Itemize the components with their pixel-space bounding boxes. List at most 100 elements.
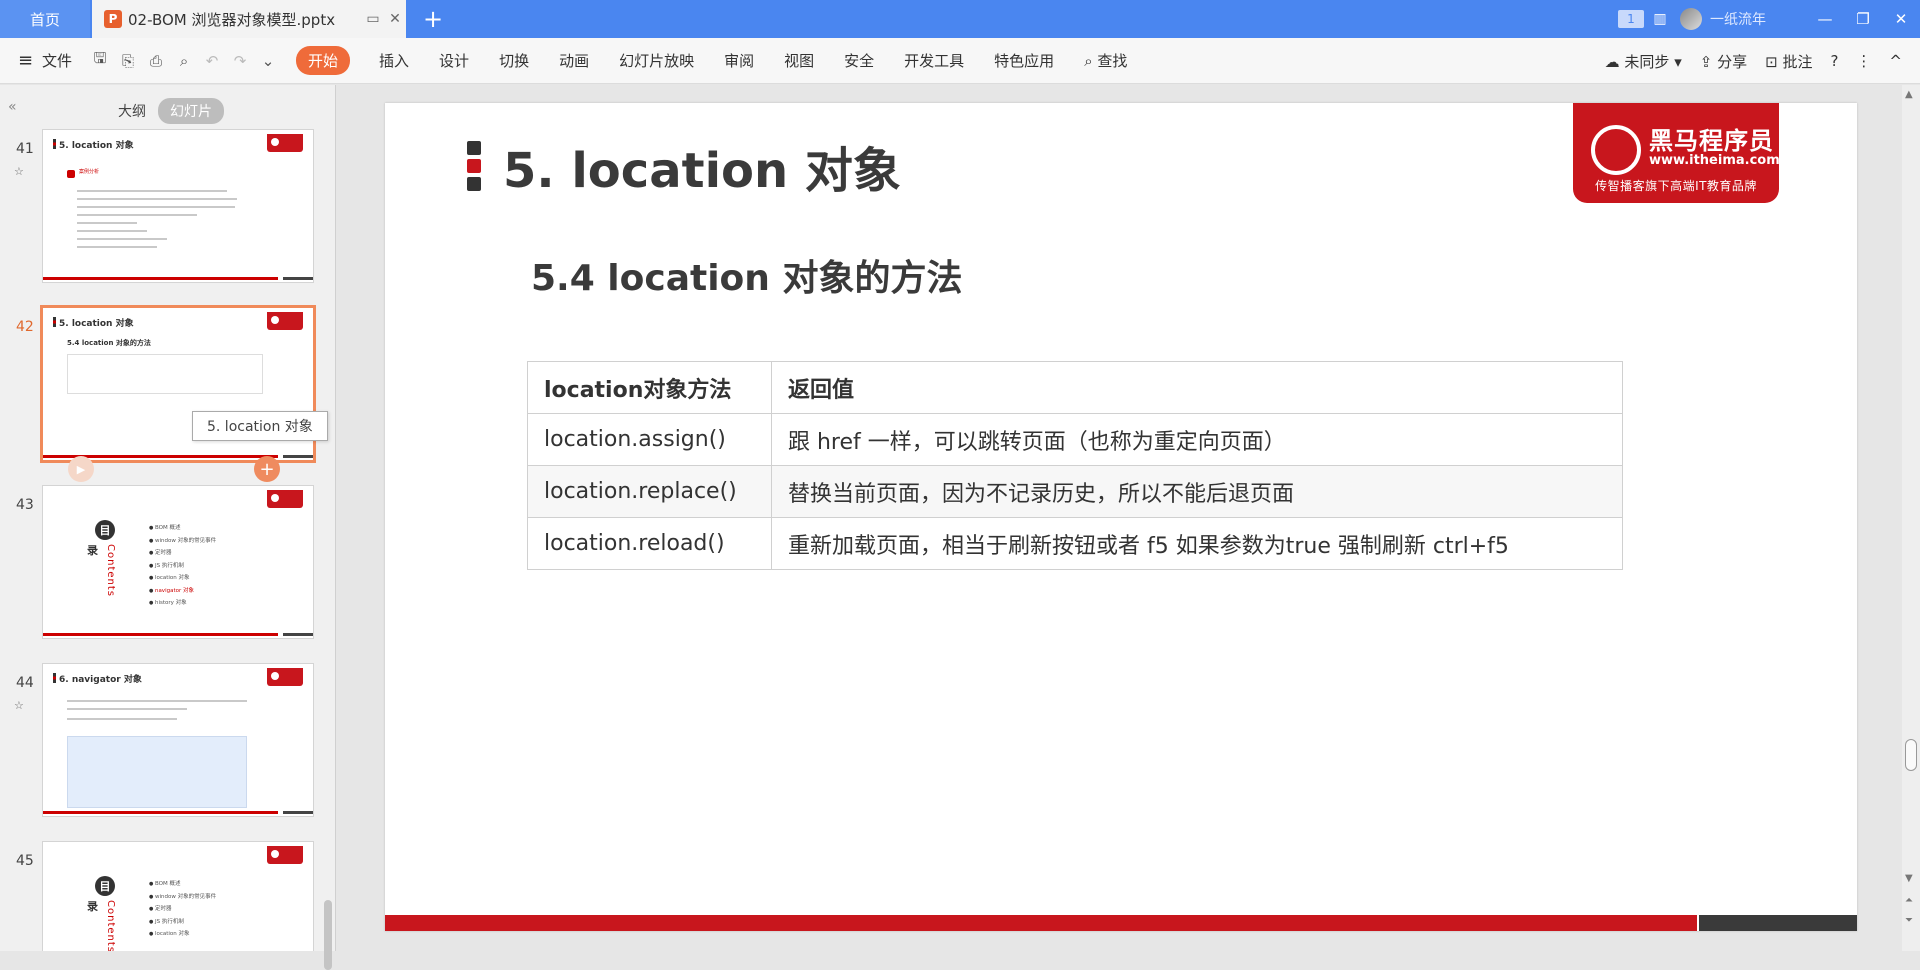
search-icon: ⌕ [1084, 52, 1093, 70]
slide-thumb-item-selected[interactable]: 42 5. location 对象 5.4 location 对象的方法 [8, 305, 324, 467]
customize-toolbar-icon[interactable]: ⌄ [254, 52, 282, 70]
undo-icon[interactable]: ↶ [198, 52, 226, 70]
slide-thumbnail[interactable]: 目 录 Contents BOM 概述 window 对象的常见事件 定时器 J… [42, 841, 314, 951]
table-header-cell[interactable]: location对象方法 [527, 361, 772, 414]
print-preview-icon[interactable]: ⌕ [170, 52, 198, 70]
slide-thumbnail[interactable]: 目 录 Contents BOM 概述 window 对象的常见事件 定时器 J… [42, 485, 314, 639]
table-cell[interactable]: location.reload() [527, 517, 772, 570]
current-slide[interactable]: 5. location 对象 黑马程序员 www.itheima.com 传智播… [385, 103, 1857, 931]
window-count-badge[interactable]: 1 [1618, 10, 1644, 28]
close-window-icon[interactable]: ✕ [1882, 0, 1920, 38]
sync-button[interactable]: ☁ 未同步 ▾ [1605, 51, 1682, 72]
tab-insert[interactable]: 插入 [379, 50, 409, 71]
slide-footer-bar-red [385, 915, 1697, 931]
table-cell[interactable]: 重新加载页面，相当于刷新按钮或者 f5 如果参数为true 强制刷新 ctrl+… [771, 517, 1623, 570]
avatar[interactable] [1680, 8, 1702, 30]
slide-subtitle[interactable]: 5.4 location 对象的方法 [531, 249, 962, 301]
tab-start[interactable]: 开始 [296, 46, 351, 75]
slide-number: 41 [16, 141, 34, 157]
slide-number: 44 [16, 675, 34, 691]
canvas-scrollbar-thumb[interactable] [1905, 739, 1917, 771]
table-cell[interactable]: location.assign() [527, 413, 772, 466]
animation-star-icon: ☆ [14, 165, 24, 178]
tab-slides[interactable]: 幻灯片 [158, 98, 224, 124]
table-cell[interactable]: 跟 href 一样，可以跳转页面（也称为重定向页面） [771, 413, 1623, 466]
monitor-icon[interactable]: ▭ [362, 8, 384, 30]
thumb-text-line [77, 214, 197, 216]
document-tab[interactable]: P 02-BOM 浏览器对象模型.pptx ▭ ✕ [92, 0, 406, 38]
thumb-text-line [77, 230, 147, 232]
prev-page-icon[interactable]: ⏶ [1905, 895, 1913, 906]
layout-icon[interactable]: ▥ [1650, 9, 1670, 29]
minimize-icon[interactable]: — [1806, 0, 1844, 38]
thumb-title: 5. location 对象 [59, 319, 134, 329]
tab-transition[interactable]: 切换 [499, 50, 529, 71]
comment-label: 批注 [1782, 52, 1813, 71]
slide-number: 42 [16, 319, 34, 335]
tab-outline[interactable]: 大纲 [106, 98, 158, 124]
quick-access-toolbar: 🖫 ⎘ ⎙ ⌕ ↶ ↷ ⌄ [86, 48, 282, 73]
thumb-subheading: 案例分析 [79, 169, 100, 175]
thumb-table [67, 354, 263, 394]
print-icon[interactable]: ⎙ [142, 52, 170, 70]
table-row: location.reload() 重新加载页面，相当于刷新按钮或者 f5 如果… [527, 517, 1623, 570]
restore-icon[interactable]: ❐ [1844, 0, 1882, 38]
thumb-footer-bar [283, 455, 313, 458]
thumb-marker [53, 317, 56, 327]
slide-thumbnail[interactable]: 6. navigator 对象 [42, 663, 314, 817]
new-tab-button[interactable]: + [418, 4, 448, 34]
slide-thumb-item[interactable]: 43 目 录 Contents BOM 概述 window 对象的常见事件 定时… [8, 485, 324, 645]
play-slide-icon[interactable]: ▶ [68, 456, 94, 482]
tab-features[interactable]: 特色应用 [994, 50, 1054, 71]
ribbon-menu: ≡ 文件 🖫 ⎘ ⎙ ⌕ ↶ ↷ ⌄ 开始 插入 设计 切换 动画 幻灯片放映 … [0, 38, 1920, 84]
scroll-down-icon[interactable]: ▼ [1905, 873, 1913, 884]
redo-icon[interactable]: ↷ [226, 52, 254, 70]
slide-thumb-item[interactable]: 45 目 录 Contents BOM 概述 window 对象的常见事件 定时… [8, 841, 324, 951]
brand-logo-icon [267, 846, 303, 864]
slide-canvas: 5. location 对象 黑马程序员 www.itheima.com 传智播… [337, 85, 1901, 951]
share-button[interactable]: ⇪ 分享 [1700, 51, 1747, 72]
tab-developer[interactable]: 开发工具 [904, 50, 964, 71]
collapse-ribbon-icon[interactable]: ^ [1889, 52, 1902, 70]
search-button[interactable]: ⌕ 查找 [1084, 50, 1127, 71]
ribbon-right: ☁ 未同步 ▾ ⇪ 分享 ⊡ 批注 ? ⋮ ^ [1605, 38, 1920, 84]
tab-slideshow[interactable]: 幻灯片放映 [619, 50, 694, 71]
panel-scrollbar-thumb[interactable] [324, 900, 332, 970]
close-tab-icon[interactable]: ✕ [384, 8, 406, 30]
toc-item: location 对象 [149, 572, 216, 585]
table-header-cell[interactable]: 返回值 [771, 361, 1623, 414]
slide-thumb-item[interactable]: 44 ☆ 6. navigator 对象 [8, 663, 324, 823]
thumb-text-line [67, 718, 177, 720]
panel-scrollbar[interactable] [322, 180, 334, 970]
canvas-scrollbar[interactable]: ▲ ▼ ⏶ ⏷ [1902, 85, 1920, 951]
more-icon[interactable]: ⋮ [1856, 52, 1871, 70]
help-icon[interactable]: ? [1830, 52, 1838, 70]
tab-security[interactable]: 安全 [844, 50, 874, 71]
home-tab[interactable]: 首页 [0, 0, 90, 38]
tab-review[interactable]: 审阅 [724, 50, 754, 71]
slide-thumb-item[interactable]: 41 ☆ 5. location 对象 案例分析 [8, 129, 324, 289]
thumb-text-line [67, 700, 247, 702]
methods-table[interactable]: location对象方法 返回值 location.assign() 跟 hre… [527, 361, 1623, 570]
comment-button[interactable]: ⊡ 批注 [1765, 51, 1812, 72]
username[interactable]: 一纸流年 [1710, 9, 1766, 29]
tab-animation[interactable]: 动画 [559, 50, 589, 71]
search-label: 查找 [1097, 52, 1128, 70]
marker-block [467, 177, 481, 191]
slide-title[interactable]: 5. location 对象 [503, 131, 901, 201]
collapse-panel-icon[interactable]: « [8, 99, 17, 115]
thumb-footer-bar [43, 811, 278, 814]
next-page-icon[interactable]: ⏷ [1905, 915, 1913, 926]
add-slide-icon[interactable]: + [254, 456, 280, 482]
tab-view[interactable]: 视图 [784, 50, 814, 71]
table-cell[interactable]: location.replace() [527, 465, 772, 518]
save-icon[interactable]: 🖫 [86, 48, 114, 73]
scroll-up-icon[interactable]: ▲ [1905, 89, 1913, 100]
thumb-footer-bar [283, 633, 313, 636]
table-cell[interactable]: 替换当前页面，因为不记录历史，所以不能后退页面 [771, 465, 1623, 518]
file-menu-button[interactable]: ≡ 文件 [18, 50, 72, 71]
slide-thumbnail[interactable]: 5. location 对象 案例分析 [42, 129, 314, 283]
tab-design[interactable]: 设计 [439, 50, 469, 71]
thumb-subtitle: 5.4 location 对象的方法 [67, 339, 151, 347]
format-painter-icon[interactable]: ⎘ [114, 52, 142, 70]
